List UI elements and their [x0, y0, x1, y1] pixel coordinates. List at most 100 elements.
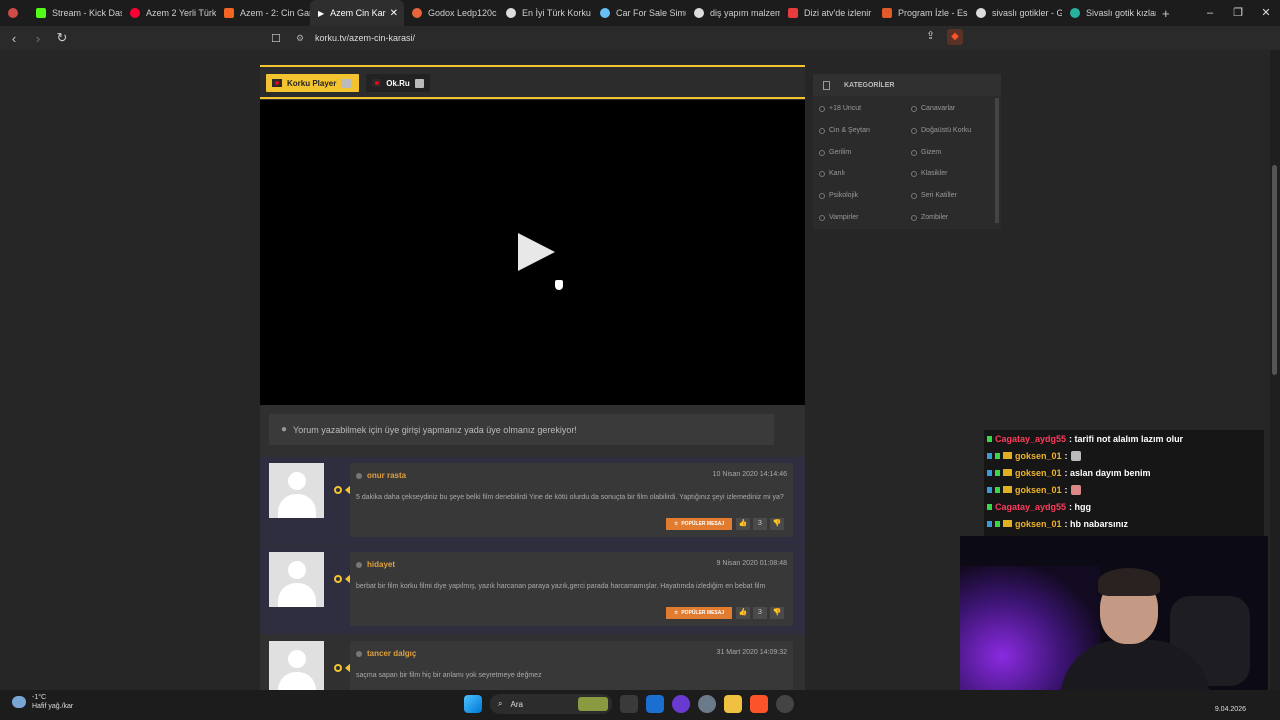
category-link[interactable]: Cin & Şeytan [819, 127, 870, 134]
category-link[interactable]: Seri Katiller [911, 192, 957, 199]
popular-label: POPÜLER MESAJ [681, 610, 725, 616]
weather-text: -1°C Hafif yağ./kar [32, 693, 73, 711]
category-link[interactable]: Doğaüstü Korku [911, 127, 971, 134]
windows-start-icon[interactable] [464, 695, 482, 713]
tab-11[interactable]: sivaslı gotikler - Go [968, 0, 1062, 26]
category-link[interactable]: Gerilim [819, 149, 851, 156]
like-button[interactable]: 👍 [736, 607, 750, 619]
taskbar-search[interactable]: ⌕ Ara [490, 694, 612, 714]
url-text[interactable]: korku.tv/azem-cin-karasi/ [315, 33, 415, 43]
category-label: Cin & Şeytan [829, 127, 870, 134]
category-link[interactable]: Klasikler [911, 170, 947, 177]
tab-12[interactable]: Sivaslı gotik kızlarıı [1062, 0, 1156, 26]
mouse-cursor [555, 280, 563, 290]
like-button[interactable]: 👍 [736, 518, 750, 530]
category-label: Psikolojik [829, 192, 859, 199]
category-link[interactable]: Canavarlar [911, 105, 955, 112]
settings-icon[interactable] [698, 695, 716, 713]
source-okru[interactable]: Ok.Ru [366, 74, 430, 92]
tab-1[interactable]: Stream - Kick Dash [28, 0, 122, 26]
login-notice-text: Yorum yazabilmek için üye girişi yapmanı… [293, 424, 577, 435]
chat-message: Cagatay_aydg55: tarifi not alalım lazım … [984, 430, 1264, 447]
back-icon[interactable]: ‹ [4, 31, 24, 46]
badge-icon [995, 520, 1000, 527]
source-korku-player[interactable]: Korku Player [266, 74, 359, 92]
category-link[interactable]: Vampirler [819, 214, 858, 221]
tab-7[interactable]: Car For Sale Simula [592, 0, 686, 26]
category-link[interactable]: Gizem [911, 149, 941, 156]
file-explorer-icon[interactable] [724, 695, 742, 713]
categories-scrollbar[interactable] [995, 98, 999, 223]
app-icon[interactable] [776, 695, 794, 713]
tab-2[interactable]: Azem 2 Yerli Türk K [122, 0, 216, 26]
dislike-button[interactable]: 👎 [770, 518, 784, 530]
chat-text: : tarifi not alalım lazım olur [1069, 433, 1184, 444]
comment-date: 9 Nisan 2020 01:08:48 [716, 560, 787, 567]
tab-label: Godox Ledp120c V [428, 8, 498, 18]
task-view-icon[interactable] [620, 695, 638, 713]
page-scrollbar[interactable] [1270, 50, 1280, 690]
comment-author-name: tancer dalgıç [367, 649, 417, 658]
url-field[interactable]: ☐ ⚙ korku.tv/azem-cin-karasi/ [266, 29, 972, 47]
chat-username: goksen_01 [1015, 450, 1062, 461]
dislike-button[interactable]: 👎 [770, 607, 784, 619]
temperature: -1°C [32, 694, 47, 701]
brave-icon[interactable] [750, 695, 768, 713]
tab-6[interactable]: En İyi Türk Korku F [498, 0, 592, 26]
brave-shields-icon[interactable]: ◆ [947, 29, 963, 45]
comment-date: 10 Nisan 2020 14:14:46 [712, 471, 787, 478]
tab-label: sivaslı gotikler - Go [992, 8, 1062, 18]
messenger-icon[interactable] [672, 695, 690, 713]
category-link[interactable]: Zombiler [911, 214, 948, 221]
tab-active[interactable]: ▶ Azem Cin Kar ✕ [310, 0, 404, 26]
weather-condition: Hafif yağ./kar [32, 703, 74, 710]
comment-list: onur rasta 10 Nisan 2020 14:14:46 5 daki… [260, 457, 805, 690]
share-icon[interactable]: ⇪ [926, 29, 935, 42]
bookmark-icon[interactable]: ☐ [271, 32, 281, 45]
google-favicon-icon [694, 8, 704, 18]
forward-icon[interactable]: › [28, 31, 48, 46]
video-player[interactable] [260, 100, 805, 405]
tab-label: diş yapım malzemı [710, 8, 780, 18]
freeform-icon[interactable] [646, 695, 664, 713]
close-window-button[interactable]: ✕ [1252, 0, 1280, 26]
tab-0[interactable] [0, 0, 28, 26]
maximize-button[interactable]: ❐ [1224, 0, 1252, 26]
site-info-icon[interactable]: ⚙ [296, 33, 304, 44]
category-label: Gerilim [829, 149, 852, 156]
clock-date: 9.04.2026 [1214, 706, 1246, 713]
tab-5[interactable]: Godox Ledp120c V [404, 0, 498, 26]
comment-author[interactable]: hidayet [356, 560, 395, 569]
emote-icon [1070, 484, 1081, 495]
chat-username: Cagatay_aydg55 [995, 433, 1067, 444]
tab-8[interactable]: diş yapım malzemı [686, 0, 780, 26]
badge-icon [987, 486, 992, 493]
chat-message: goksen_01: hb nabarsınız [984, 515, 1264, 532]
chat-username: Cagatay_aydg55 [995, 501, 1067, 512]
category-link[interactable]: Psikolojik [819, 192, 858, 199]
comment-author[interactable]: onur rasta [356, 471, 406, 480]
site-favicon-icon [412, 8, 422, 18]
tab-9[interactable]: Dizi atv'de izlenir | [780, 0, 874, 26]
minimize-button[interactable]: – [1196, 0, 1224, 26]
comment-author[interactable]: tancer dalgıç [356, 649, 416, 658]
scrollbar-thumb[interactable] [1272, 165, 1277, 375]
category-link[interactable]: +18 Uncut [819, 105, 861, 112]
tv-icon [341, 78, 352, 88]
webcam-overlay [960, 536, 1268, 708]
category-link[interactable]: Kanlı [819, 170, 845, 177]
weather-widget[interactable]: -1°C Hafif yağ./kar [12, 693, 73, 711]
tab-10[interactable]: Program İzle - Esra [874, 0, 968, 26]
tab-label: Azem - 2: Cin Garo [240, 8, 310, 18]
badge-icon [987, 469, 992, 476]
popular-badge: ☆ POPÜLER MESAJ [666, 607, 732, 619]
tab-label: Program İzle - Esra [898, 8, 968, 18]
new-tab-button[interactable]: + [1162, 6, 1170, 21]
popular-badge: ☆ POPÜLER MESAJ [666, 518, 732, 530]
tab-3[interactable]: Azem - 2: Cin Garo [216, 0, 310, 26]
close-tab-icon[interactable]: ✕ [390, 8, 398, 19]
search-icon: ⌕ [498, 699, 503, 708]
youtube-favicon-icon [130, 8, 140, 18]
reload-icon[interactable]: ↻ [52, 30, 72, 46]
play-icon[interactable] [518, 233, 555, 271]
